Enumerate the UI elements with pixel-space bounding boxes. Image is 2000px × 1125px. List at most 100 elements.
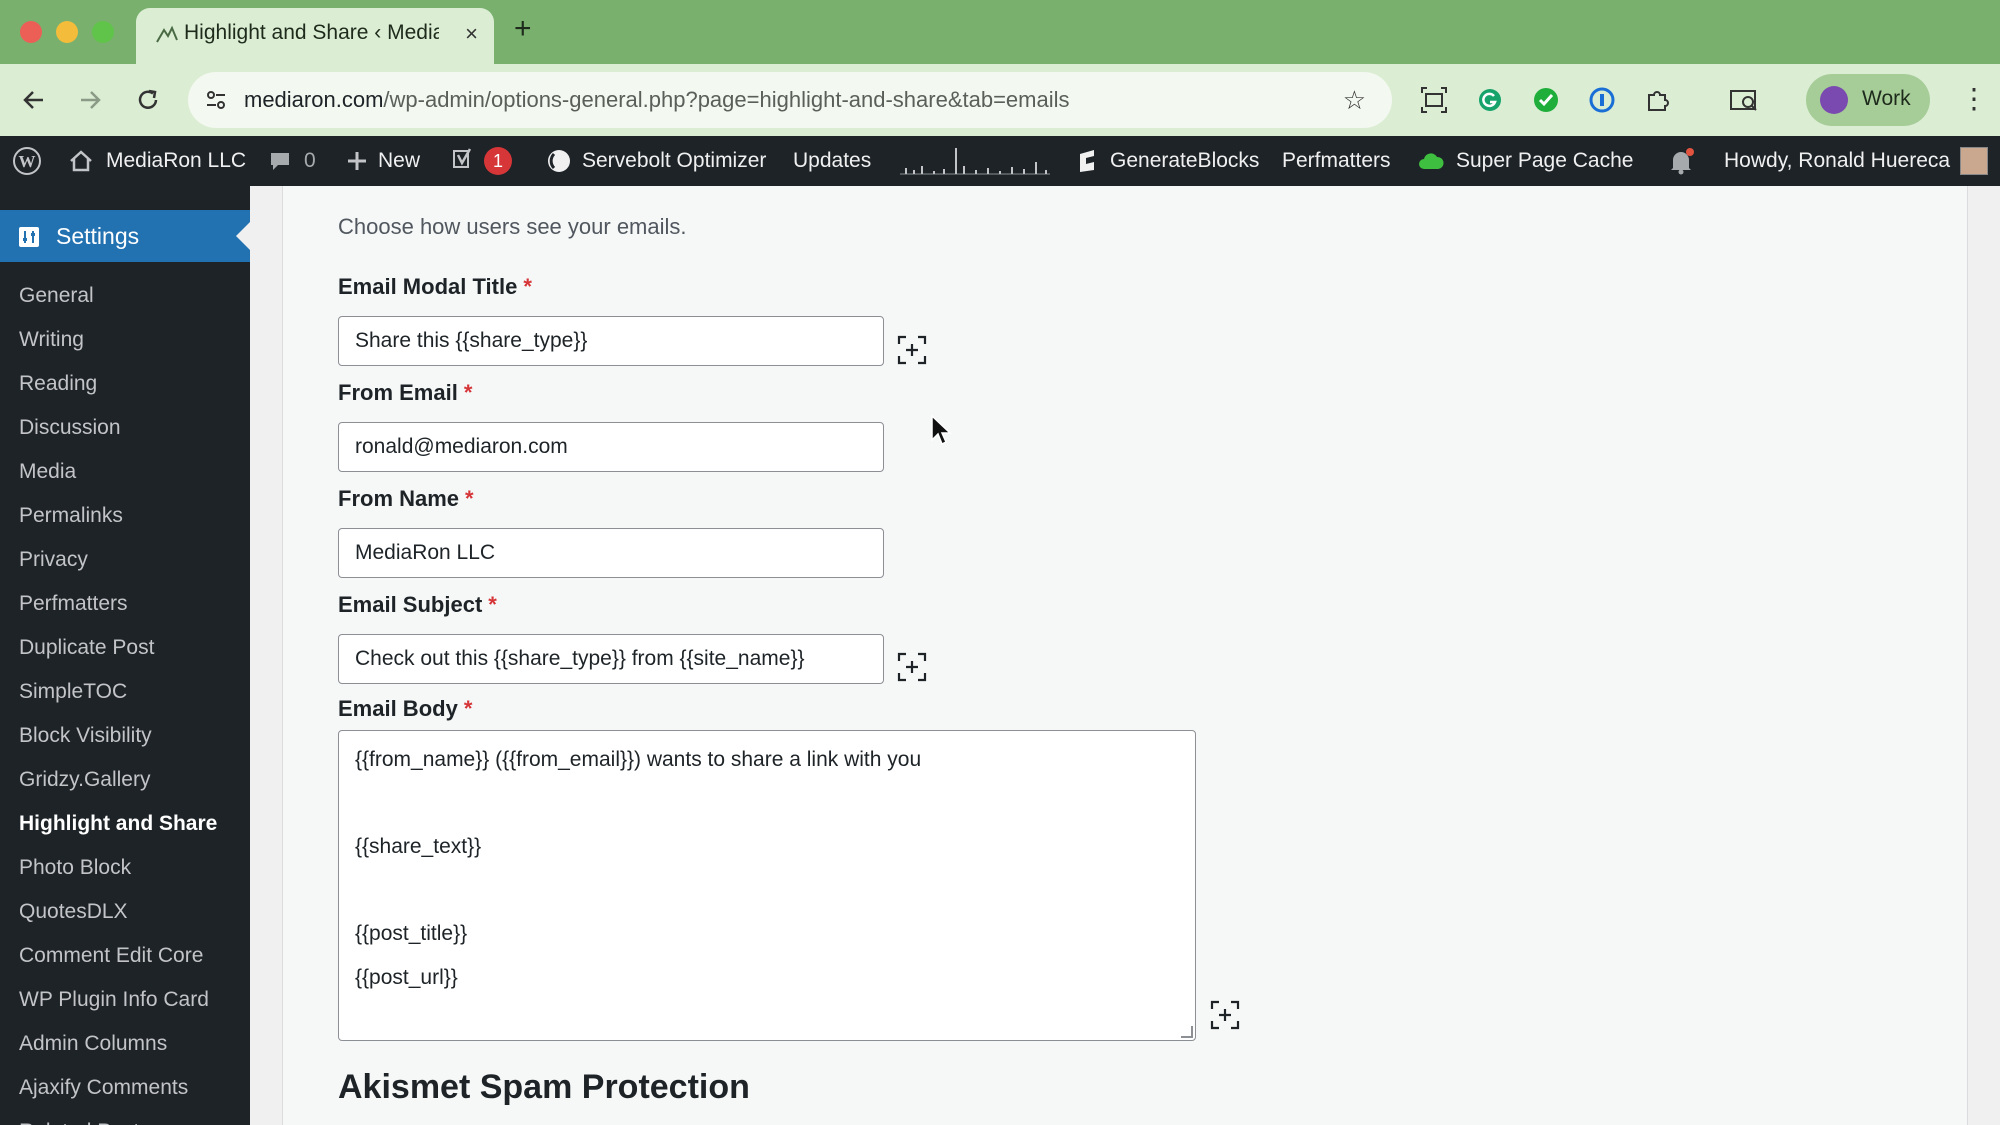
submenu-item-privacy[interactable]: Privacy xyxy=(0,538,250,582)
from-name-input[interactable]: MediaRon LLC xyxy=(338,528,884,578)
submenu-item-wp-plugin-info-card[interactable]: WP Plugin Info Card xyxy=(0,978,250,1022)
current-menu-arrow xyxy=(236,222,250,250)
modal-title-input[interactable]: Share this {{share_type}} xyxy=(338,316,884,366)
updates-label: Updates xyxy=(793,149,872,172)
window-minimize-button[interactable] xyxy=(56,21,78,43)
site-settings-icon[interactable] xyxy=(204,88,228,112)
comment-icon xyxy=(271,153,289,170)
insert-tag-icon[interactable] xyxy=(897,652,927,682)
required-asterisk: * xyxy=(463,696,473,721)
email-body-textarea[interactable]: {{from_name}} ({{from_email}}) wants to … xyxy=(338,730,1196,1041)
submenu-item-block-visibility[interactable]: Block Visibility xyxy=(0,714,250,758)
generateblocks-icon xyxy=(1080,150,1094,172)
mouse-cursor-icon xyxy=(931,414,952,446)
submenu-item-simpletoc[interactable]: SimpleTOC xyxy=(0,670,250,714)
home-icon xyxy=(70,150,92,172)
screenshot-icon[interactable] xyxy=(1418,84,1450,116)
submenu-item-perfmatters[interactable]: Perfmatters xyxy=(0,582,250,626)
submenu-item-writing[interactable]: Writing xyxy=(0,318,250,362)
submenu-item-reading[interactable]: Reading xyxy=(0,362,250,406)
email-subject-label: Email Subject * xyxy=(338,592,497,617)
submenu-item-quotesdlx[interactable]: QuotesDLX xyxy=(0,890,250,934)
forward-icon[interactable] xyxy=(72,82,108,118)
browser-tab-bar: Highlight and Share ‹ MediaR × + xyxy=(0,0,2000,64)
password-manager-icon[interactable] xyxy=(1586,84,1618,116)
servebolt-label: Servebolt Optimizer xyxy=(582,149,767,172)
wp-admin-bar: W MediaRon LLC 0 New 1 Servebolt Optimiz… xyxy=(0,136,2000,186)
perfmatters-link[interactable]: Perfmatters xyxy=(1282,136,1391,186)
submenu-item-duplicate-post[interactable]: Duplicate Post xyxy=(0,626,250,670)
site-name-link[interactable]: MediaRon LLC xyxy=(68,136,246,186)
new-label: New xyxy=(378,149,421,172)
from-email-input[interactable]: ronald@mediaron.com xyxy=(338,422,884,472)
new-tab-button[interactable]: + xyxy=(514,12,532,46)
submenu-item-general[interactable]: General xyxy=(0,274,250,318)
stats-sparkline-icon xyxy=(900,148,1050,175)
highlight-share-favicon-icon xyxy=(156,25,178,43)
wordpress-logo-icon[interactable]: W xyxy=(12,136,42,186)
window-close-button[interactable] xyxy=(20,21,42,43)
modal-title-label: Email Modal Title * xyxy=(338,274,532,299)
super-page-cache-label: Super Page Cache xyxy=(1456,149,1634,172)
perfmatters-label: Perfmatters xyxy=(1282,149,1391,172)
submenu-item-media[interactable]: Media xyxy=(0,450,250,494)
submenu-item-admin-columns[interactable]: Admin Columns xyxy=(0,1022,250,1066)
email-body-label: Email Body * xyxy=(338,696,473,721)
yoast-seo-link[interactable]: 1 xyxy=(450,136,512,186)
submenu-item-photo-block[interactable]: Photo Block xyxy=(0,846,250,890)
grammarly-icon[interactable] xyxy=(1474,84,1506,116)
back-icon[interactable] xyxy=(16,82,52,118)
window-zoom-button[interactable] xyxy=(92,21,114,43)
profile-work-button[interactable]: Work xyxy=(1806,74,1930,126)
insert-tag-icon[interactable] xyxy=(897,335,927,365)
insert-tag-icon[interactable] xyxy=(1210,1000,1240,1030)
required-asterisk: * xyxy=(488,592,497,617)
address-bar[interactable]: mediaron.com/wp-admin/options-general.ph… xyxy=(188,72,1392,128)
extensions-puzzle-icon[interactable] xyxy=(1642,84,1674,116)
submenu-item-related-posts[interactable]: Related Posts xyxy=(0,1110,250,1125)
body-line: {{share_text}} xyxy=(355,835,482,858)
resize-handle-icon[interactable] xyxy=(1181,1026,1193,1038)
submenu-item-permalinks[interactable]: Permalinks xyxy=(0,494,250,538)
check-extension-icon[interactable] xyxy=(1530,84,1562,116)
submenu-item-discussion[interactable]: Discussion xyxy=(0,406,250,450)
settings-submenu: General Writing Reading Discussion Media… xyxy=(0,274,250,1125)
user-avatar xyxy=(1960,147,1989,175)
body-line: {{post_url}} xyxy=(355,966,458,989)
new-content-link[interactable]: New xyxy=(346,136,420,186)
settings-menu-header[interactable]: Settings xyxy=(0,210,250,262)
my-account-link[interactable]: Howdy, Ronald Huereca xyxy=(1724,136,1989,186)
submenu-item-comment-edit-core[interactable]: Comment Edit Core xyxy=(0,934,250,978)
yoast-notification-badge: 1 xyxy=(484,147,512,175)
url-text: mediaron.com/wp-admin/options-general.ph… xyxy=(244,87,1070,112)
admin-sidebar: Settings General Writing Reading Discuss… xyxy=(0,186,250,1125)
section-description: Choose how users see your emails. xyxy=(338,214,687,239)
submenu-item-highlight-and-share[interactable]: Highlight and Share xyxy=(0,802,250,846)
required-asterisk: * xyxy=(465,486,474,511)
body-line: {{post_title}} xyxy=(355,922,468,945)
svg-text:W: W xyxy=(19,152,36,171)
super-page-cache-link[interactable]: Super Page Cache xyxy=(1418,136,1633,186)
tab-title: Highlight and Share ‹ MediaR xyxy=(184,21,439,44)
tab-search-icon[interactable] xyxy=(1728,84,1760,116)
tab-close-icon[interactable]: × xyxy=(465,21,478,47)
comments-link[interactable]: 0 xyxy=(268,136,316,186)
required-asterisk: * xyxy=(463,380,473,405)
generateblocks-link[interactable]: GenerateBlocks xyxy=(1076,136,1259,186)
body-line: {{from_name}} ({{from_email}}) wants to … xyxy=(355,748,922,771)
notifications-bell-icon[interactable] xyxy=(1666,136,1696,186)
submenu-item-gridzy-gallery[interactable]: Gridzy.Gallery xyxy=(0,758,250,802)
yoast-icon xyxy=(453,148,472,168)
settings-label: Settings xyxy=(56,223,140,249)
howdy-label: Howdy, Ronald Huereca xyxy=(1724,149,1951,172)
email-subject-input[interactable]: Check out this {{share_type}} from {{sit… xyxy=(338,634,884,684)
submenu-item-ajaxify-comments[interactable]: Ajaxify Comments xyxy=(0,1066,250,1110)
browser-tab-active[interactable]: Highlight and Share ‹ MediaR × xyxy=(136,8,494,64)
reload-icon[interactable] xyxy=(130,82,166,118)
traffic-sparkline[interactable] xyxy=(900,136,1050,186)
bookmark-star-icon[interactable]: ☆ xyxy=(1343,85,1366,116)
site-name: MediaRon LLC xyxy=(106,149,247,172)
browser-menu-icon[interactable]: ⋮ xyxy=(1960,82,1988,115)
servebolt-link[interactable]: Servebolt Optimizer xyxy=(546,136,766,186)
updates-link[interactable]: Updates xyxy=(793,136,871,186)
